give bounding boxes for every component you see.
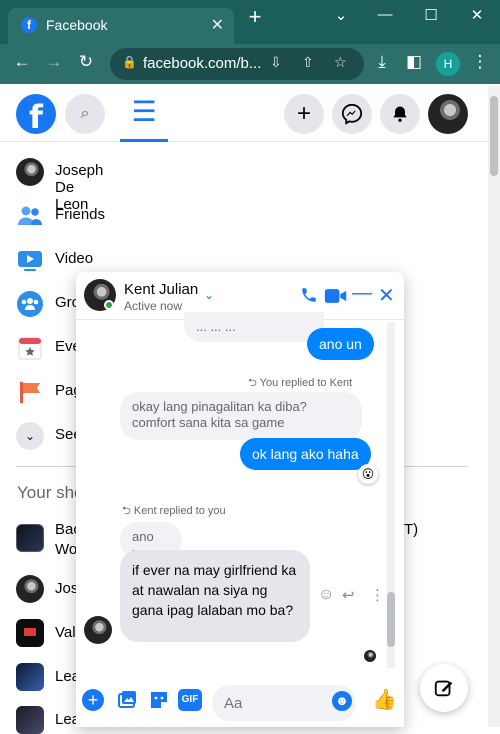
message-bubble-outgoing[interactable]: ano un <box>307 328 374 360</box>
reply-arrow-icon: ⮌ <box>122 505 134 517</box>
messenger-icon[interactable] <box>332 94 372 134</box>
voice-call-icon[interactable] <box>300 286 318 304</box>
reply-arrow-icon: ⮌ <box>248 377 260 389</box>
message-bubble-outgoing[interactable]: ok lang ako haha <box>240 438 371 470</box>
emoji-icon[interactable]: ☻ <box>332 691 352 711</box>
reload-icon[interactable]: ↻ <box>74 52 98 72</box>
browser-tab[interactable]: f Facebook ✕ <box>8 8 234 44</box>
shortcut-label-line2: Wo <box>55 541 78 558</box>
chevron-down-icon[interactable]: ⌄ <box>204 288 214 302</box>
back-arrow-icon[interactable]: ← <box>10 52 34 72</box>
groups-icon <box>17 291 43 317</box>
bookmark-star-icon[interactable]: ☆ <box>334 54 347 71</box>
share-icon[interactable]: ⇧ <box>302 54 314 71</box>
tab-search-icon[interactable]: ⌄ <box>326 6 356 24</box>
shortcut-label-suffix: T) <box>404 521 419 538</box>
shortcut-label: Jos <box>55 580 79 597</box>
more-options-icon[interactable]: ⋮ <box>370 586 385 604</box>
account-avatar[interactable] <box>428 94 468 134</box>
react-emoji-icon[interactable]: ☺ <box>318 586 334 604</box>
facebook-logo[interactable]: f <box>16 94 56 136</box>
forward-arrow-icon[interactable]: → <box>42 52 66 72</box>
gif-icon[interactable]: GIF <box>178 689 202 711</box>
close-window-button[interactable]: ✕ <box>462 6 492 24</box>
reply-note: ⮌ You replied to Kent <box>248 374 352 393</box>
facebook-favicon-icon: f <box>21 17 37 33</box>
facebook-header: f ⌕ ☰ + <box>0 86 488 142</box>
tab-title: Facebook <box>46 17 108 33</box>
close-tab-icon[interactable]: ✕ <box>211 15 224 35</box>
browser-toolbar: ← → ↻ 🔒 facebook.com/b... ⇩ ⇧ ☆ ⤓ ◧ H ⋮ <box>0 44 500 84</box>
search-icon[interactable]: ⌕ <box>65 94 105 134</box>
side-panel-icon[interactable]: ◧ <box>402 52 426 72</box>
message-bubble-incoming[interactable]: if ever na may girlfriend ka at nawalan … <box>120 550 310 642</box>
shortcut-thumbnail <box>16 663 44 691</box>
video-icon <box>18 251 42 271</box>
message-reaction[interactable]: 😮 <box>358 464 378 484</box>
chat-scrollbar-thumb[interactable] <box>387 592 395 647</box>
shortcut-thumbnail <box>16 575 44 603</box>
sticker-icon[interactable] <box>148 689 170 711</box>
quoted-message[interactable]: okay lang pinagalitan ka diba? comfort s… <box>120 392 362 440</box>
minimize-chat-icon[interactable]: — <box>352 282 372 305</box>
url-text[interactable]: facebook.com/b... <box>143 55 261 72</box>
contact-status: Active now <box>124 299 183 313</box>
maximize-window-button[interactable]: ☐ <box>416 6 446 24</box>
menu-icon[interactable]: ☰ <box>122 94 166 134</box>
reply-note: ⮌ Kent replied to you <box>122 502 226 521</box>
events-icon <box>18 337 42 360</box>
pages-icon <box>20 382 40 403</box>
downloads-icon[interactable]: ⤓ <box>370 52 394 72</box>
reply-icon[interactable]: ↩ <box>342 586 355 604</box>
read-receipt-avatar <box>364 650 376 662</box>
plus-icon[interactable]: + <box>82 689 104 711</box>
profile-avatar <box>16 158 44 186</box>
message-composer: + GIF ☻ 👍 <box>76 677 404 727</box>
active-status-dot <box>104 300 114 310</box>
friends-icon <box>18 206 42 225</box>
lock-icon: 🔒 <box>122 55 137 69</box>
tab-strip: f Facebook ✕ + ⌄ — ☐ ✕ <box>0 0 500 44</box>
chat-scrollbar[interactable] <box>384 322 398 668</box>
new-tab-button[interactable]: + <box>240 4 270 30</box>
message-bubble-partial: ... ... ... <box>184 312 324 342</box>
notifications-icon[interactable] <box>380 94 420 134</box>
address-bar[interactable]: 🔒 facebook.com/b... ⇩ ⇧ ☆ <box>110 48 364 80</box>
install-app-icon[interactable]: ⇩ <box>270 54 282 71</box>
shortcut-thumbnail <box>16 619 44 647</box>
create-icon[interactable]: + <box>284 94 324 134</box>
reply-note-text: You replied to Kent <box>259 377 353 389</box>
contact-avatar-small <box>84 616 112 644</box>
video-call-icon[interactable] <box>324 287 348 305</box>
minimize-window-button[interactable]: — <box>370 6 400 23</box>
page-scrollbar[interactable] <box>488 86 500 727</box>
compose-icon <box>434 680 453 697</box>
close-chat-icon[interactable]: ✕ <box>378 283 395 308</box>
contact-name[interactable]: Kent Julian <box>124 281 198 298</box>
new-message-button[interactable] <box>420 664 468 712</box>
thumbs-up-icon[interactable]: 👍 <box>372 689 397 711</box>
nav-item-label: Friends <box>55 206 106 223</box>
nav-item-label: Video <box>55 250 94 267</box>
photo-icon[interactable] <box>116 689 138 711</box>
more-menu-icon[interactable]: ⋮ <box>468 52 492 72</box>
shortcut-thumbnail <box>16 706 44 734</box>
shortcut-label: Val <box>55 624 76 641</box>
chevron-down-icon: ⌄ <box>16 422 44 450</box>
active-tab-indicator <box>120 139 168 142</box>
shortcut-thumbnail <box>16 524 44 552</box>
chat-window: Kent Julian Active now ⌄ — ✕ ... ... ...… <box>76 272 404 727</box>
page-scrollbar-thumb[interactable] <box>490 96 498 176</box>
profile-button[interactable]: H <box>436 52 460 76</box>
reply-note-text: Kent replied to you <box>133 505 226 517</box>
shortcuts-heading: Your sho <box>17 483 84 502</box>
